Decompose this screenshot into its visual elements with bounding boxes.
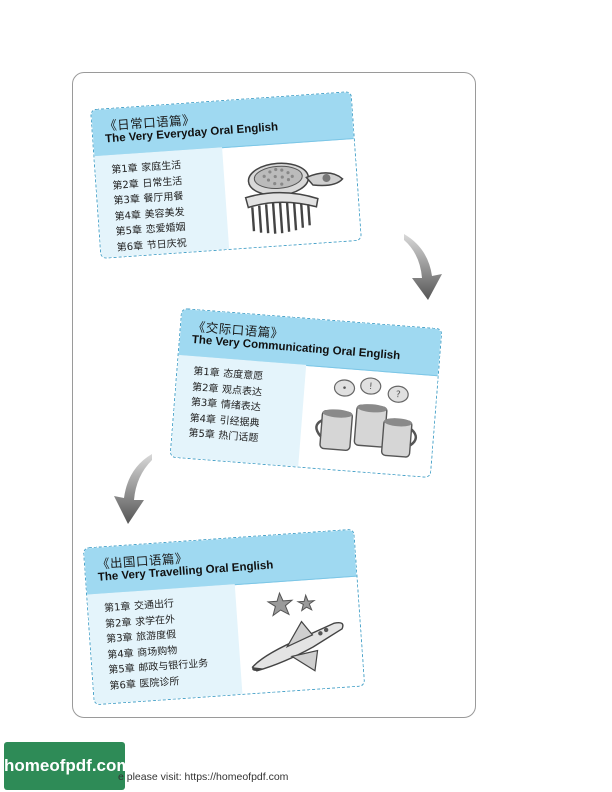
site-badge-text: homeofpdf.com xyxy=(4,756,132,775)
chapter-list-panel: 第1章 态度意愿 第2章 观点表达 第3章 情绪表达 第4章 引经据典 第5章 热门话题 xyxy=(170,354,307,467)
chapter-list-panel: 第1章 交通出行 第2章 求学在外 第3章 旅游度假 第4章 商场购物 第5章 邮政与银行… xyxy=(87,584,243,705)
flow-arrow-icon xyxy=(114,454,152,524)
footer-note: e please visit: https://homeofpdf.com xyxy=(118,771,289,783)
card-everyday: 《日常口语篇》 The Very Everyday Oral English 第… xyxy=(90,91,362,259)
coffee-cups-with-speech-bubbles-icon: •!? xyxy=(315,377,418,458)
space-shuttle-with-stars-icon xyxy=(251,591,344,672)
chapter-list-panel: 第1章 家庭生活 第2章 日常生活 第3章 餐厅用餐 第4章 美容美发 第5章 恋爱婚姻 … xyxy=(94,147,230,258)
svg-text:•: • xyxy=(341,384,347,394)
flow-arrow-icon xyxy=(404,234,442,300)
card-travelling: 《出国口语篇》 The Very Travelling Oral English… xyxy=(82,528,366,706)
comb-and-hairbrush-icon xyxy=(244,162,344,234)
site-badge[interactable]: homeofpdf.com xyxy=(4,742,132,790)
svg-text:!: ! xyxy=(368,382,372,392)
card-communicating: 《交际口语篇》 The Very Communicating Oral Engl… xyxy=(169,307,443,479)
